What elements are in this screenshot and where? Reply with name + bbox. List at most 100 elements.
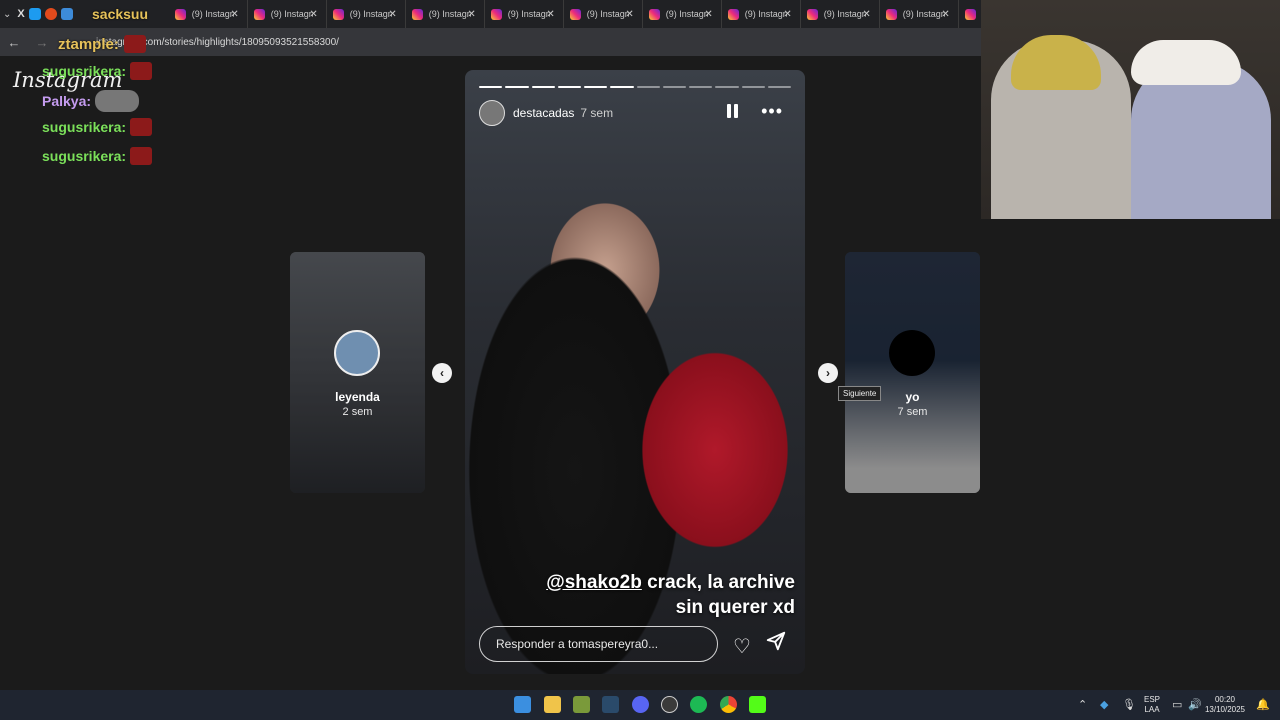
chat-emote [95, 90, 140, 112]
language-indicator[interactable]: ESP LAA [1140, 695, 1164, 715]
progress-segment [479, 86, 503, 88]
chat-emote [130, 118, 153, 136]
instagram-icon [332, 8, 344, 20]
obs-icon[interactable] [661, 696, 678, 713]
story-avatar[interactable] [479, 100, 505, 126]
notification-icon[interactable]: 🔔 [1256, 698, 1270, 711]
progress-segment [662, 86, 686, 88]
tab-label: (9) Instagram [270, 9, 313, 19]
x-icon[interactable]: X [17, 8, 24, 20]
instagram-icon [806, 8, 818, 20]
browser-tab[interactable]: (9) Instagram✕ [564, 0, 643, 28]
security-icon[interactable]: ◆ [1100, 698, 1108, 711]
caption-mention[interactable]: @shako2b [546, 572, 642, 593]
browser-tab[interactable]: (9) Instagram✕ [248, 0, 327, 28]
browser-tab[interactable]: (9) Instagram✕ [643, 0, 722, 28]
previous-highlight-avatar [334, 330, 380, 376]
close-icon[interactable]: ✕ [862, 9, 870, 20]
tab-search-button[interactable]: ⌄ [3, 3, 11, 25]
language-bottom: LAA [1144, 705, 1160, 714]
previous-highlight-time: 2 sem [342, 406, 373, 418]
close-icon[interactable]: ✕ [783, 9, 791, 20]
file-explorer-icon[interactable] [544, 696, 561, 713]
chat-username: sugusrikera: [42, 148, 127, 164]
next-highlight-avatar [889, 330, 935, 376]
instagram-icon [964, 8, 976, 20]
browser-tab[interactable]: (9) Instagram✕ [406, 0, 485, 28]
progress-segment [531, 86, 555, 88]
forward-icon[interactable]: → [28, 35, 56, 50]
instagram-icon [885, 8, 897, 20]
pinned-tabs: X [17, 8, 73, 20]
chat-username: Palkya: [42, 93, 92, 109]
network-icon[interactable]: ▭ [1172, 698, 1182, 711]
kick-icon[interactable] [749, 696, 766, 713]
previous-highlight-name: leyenda [335, 390, 380, 404]
discord-icon[interactable] [632, 696, 649, 713]
address-bar: ← → instagram.com/stories/highlights/180… [0, 28, 982, 56]
system-tray: ⌃ ◆ 🎙 ESP LAA ▭ 🔊 00:20 13/10/2025 🔔 [1050, 690, 1280, 720]
close-icon[interactable]: ✕ [467, 9, 475, 20]
story-username[interactable]: destacadas [513, 106, 574, 120]
back-icon[interactable]: ← [0, 35, 28, 50]
chevron-up-icon[interactable]: ⌃ [1078, 698, 1087, 711]
send-icon[interactable] [765, 630, 787, 652]
stream-alert-user: ztample: [58, 36, 119, 53]
tab-label: (9) Instagram [902, 9, 945, 19]
pause-icon[interactable] [727, 104, 741, 120]
close-icon[interactable]: ✕ [941, 9, 949, 20]
instagram-icon [569, 8, 581, 20]
instagram-icon [174, 8, 186, 20]
browser-tab[interactable]: (9) Instagram✕ [801, 0, 880, 28]
tab-label: (9) Instagram [191, 9, 234, 19]
browser-tab[interactable]: (9) Instagram✕ [485, 0, 564, 28]
clock-date: 13/10/2025 [1204, 705, 1246, 714]
close-icon[interactable]: ✕ [704, 9, 712, 20]
progress-segment [767, 86, 791, 88]
next-story-button[interactable]: › [818, 363, 838, 383]
tab-label: (9) Instagram [349, 9, 392, 19]
reply-input[interactable]: Responder a tomaspereyra0... [479, 626, 718, 662]
close-icon[interactable]: ✕ [546, 9, 554, 20]
clock[interactable]: 00:20 13/10/2025 [1200, 695, 1250, 715]
spotify-icon[interactable] [690, 696, 707, 713]
previous-highlight-card[interactable]: leyenda 2 sem [290, 252, 425, 493]
webcam-feed [981, 0, 1280, 219]
close-icon[interactable]: ✕ [230, 9, 238, 20]
windows-start-icon[interactable] [514, 696, 531, 713]
progress-segment [715, 86, 739, 88]
next-highlight-card[interactable]: yo 7 sem [845, 252, 980, 493]
next-highlight-time: 7 sem [897, 406, 928, 418]
story-viewer[interactable]: destacadas 7 sem ••• @shako2b crack, la … [465, 70, 805, 674]
chrome-icon[interactable] [720, 696, 737, 713]
story-progress-bar [479, 86, 791, 88]
microphone-icon[interactable]: 🎙 [1122, 698, 1136, 711]
close-icon[interactable]: ✕ [309, 9, 317, 20]
twitter-icon[interactable] [28, 8, 41, 20]
more-options-icon[interactable]: ••• [761, 101, 783, 122]
tab-label: (9) Instagram [823, 9, 866, 19]
game-app-icon[interactable] [573, 696, 590, 713]
steam-icon[interactable] [602, 696, 619, 713]
heart-icon[interactable]: ♡ [733, 634, 751, 659]
browser-tab[interactable]: (9) Instagram✕ [169, 0, 248, 28]
reddit-icon[interactable] [44, 8, 57, 20]
alert-emote [124, 35, 146, 53]
chat-username: sugusrikera: [42, 63, 127, 79]
chat-message: sugusrikera: [42, 62, 153, 80]
previous-story-button[interactable]: ‹ [432, 363, 452, 383]
app-icon[interactable] [60, 8, 73, 20]
browser-tab[interactable]: (9) Instagram✕ [722, 0, 801, 28]
stream-alert-name: sacksuu [92, 6, 149, 22]
chat-emote [130, 147, 153, 165]
browser-tab[interactable]: (9) Instagram✕ [327, 0, 406, 28]
browser-tab[interactable]: (9) Instagram✕ [880, 0, 959, 28]
instagram-icon [727, 8, 739, 20]
tab-label: (9) Instagram [744, 9, 787, 19]
browser-tab-strip: ⌄ X sacksuu (9) Instagram✕(9) Instagram✕… [0, 0, 1038, 28]
story-header: destacadas 7 sem ••• [479, 98, 791, 128]
close-icon[interactable]: ✕ [388, 9, 396, 20]
instagram-icon [253, 8, 265, 20]
close-icon[interactable]: ✕ [625, 9, 633, 20]
chat-username: sugusrikera: [42, 119, 127, 135]
